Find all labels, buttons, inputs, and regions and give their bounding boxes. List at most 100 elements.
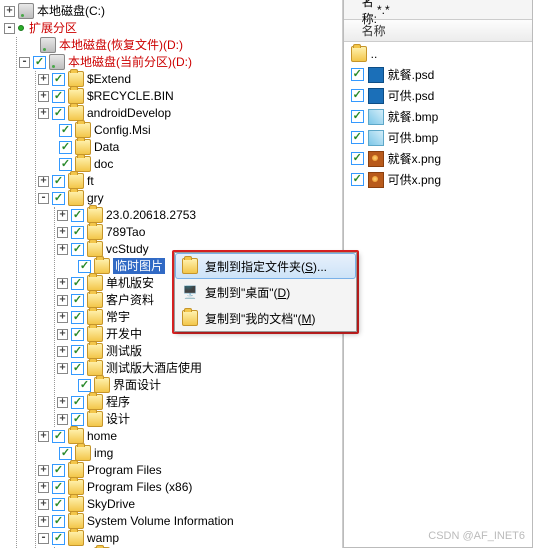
folder-icon bbox=[68, 105, 84, 121]
folder-icon bbox=[68, 530, 84, 546]
file-row[interactable]: 就餐.bmp bbox=[348, 106, 532, 127]
filter-row: 名称: bbox=[344, 0, 532, 20]
expand-icon[interactable]: + bbox=[4, 6, 15, 17]
tree-item-gry[interactable]: -gry bbox=[38, 190, 342, 206]
folder-icon bbox=[75, 445, 91, 461]
tree-item[interactable]: +System Volume Information bbox=[38, 513, 342, 529]
folder-up-icon bbox=[351, 46, 367, 62]
tree-checkbox[interactable] bbox=[33, 56, 46, 69]
folder-icon bbox=[87, 411, 103, 427]
tree-item[interactable]: +$RECYCLE.BIN bbox=[38, 88, 342, 104]
folder-icon bbox=[68, 173, 84, 189]
tree-item[interactable]: Data bbox=[38, 139, 342, 155]
tree-item-wamp[interactable]: -wamp bbox=[38, 530, 342, 546]
file-row[interactable]: 可供.bmp bbox=[348, 127, 532, 148]
tree-item[interactable]: +SkyDrive bbox=[38, 496, 342, 512]
folder-icon bbox=[87, 343, 103, 359]
col-name: 名称 bbox=[362, 22, 386, 39]
node-current-d[interactable]: - 本地磁盘(当前分区)(D:) bbox=[19, 54, 342, 70]
tree-item[interactable]: img bbox=[38, 445, 342, 461]
folder-icon bbox=[68, 71, 84, 87]
menu-copy-to-desktop[interactable]: 🖥️ 复制到"桌面"(D) bbox=[175, 279, 356, 305]
file-type-icon bbox=[368, 109, 384, 125]
drive-icon bbox=[18, 3, 34, 19]
label-c: 本地磁盘(C:) bbox=[37, 3, 105, 19]
tree-item[interactable]: 界面设计 bbox=[57, 377, 342, 393]
folder-open-icon bbox=[181, 257, 199, 275]
folder-icon bbox=[68, 479, 84, 495]
tree-item[interactable]: doc bbox=[38, 156, 342, 172]
filter-input[interactable] bbox=[377, 3, 532, 17]
file-name: 就餐.psd bbox=[388, 66, 435, 83]
folder-icon bbox=[94, 258, 110, 274]
tree-item[interactable]: +ft bbox=[38, 173, 342, 189]
tree-item[interactable]: +$Extend bbox=[38, 71, 342, 87]
label-recover: 本地磁盘(恢复文件)(D:) bbox=[59, 37, 183, 53]
file-type-icon bbox=[368, 130, 384, 146]
tree-item[interactable]: +Program Files bbox=[38, 462, 342, 478]
file-name: 就餐x.png bbox=[388, 150, 441, 167]
file-name: 就餐.bmp bbox=[388, 108, 439, 125]
node-recover-d[interactable]: 本地磁盘(恢复文件)(D:) bbox=[19, 37, 342, 53]
collapse-icon[interactable]: - bbox=[4, 23, 15, 34]
folder-icon bbox=[87, 275, 103, 291]
up-dir[interactable]: .. bbox=[348, 44, 532, 64]
label-current: 本地磁盘(当前分区)(D:) bbox=[68, 54, 192, 70]
folder-icon bbox=[87, 224, 103, 240]
menu-copy-to-docs[interactable]: 复制到"我的文档"(M) bbox=[175, 305, 356, 331]
folder-icon bbox=[181, 309, 199, 327]
folder-icon bbox=[75, 156, 91, 172]
file-type-icon bbox=[368, 88, 384, 104]
tree-item[interactable]: +测试版 bbox=[57, 343, 342, 359]
folder-icon bbox=[87, 360, 103, 376]
file-row[interactable]: 可供x.png bbox=[348, 169, 532, 190]
file-row[interactable]: 可供.psd bbox=[348, 85, 532, 106]
file-type-icon bbox=[368, 67, 384, 83]
tree-item[interactable]: Config.Msi bbox=[38, 122, 342, 138]
folder-icon bbox=[75, 122, 91, 138]
folder-icon bbox=[68, 428, 84, 444]
tree-item[interactable]: +测试版大酒店使用 bbox=[57, 360, 342, 376]
tree-item[interactable]: +23.0.20618.2753 bbox=[57, 207, 342, 223]
folder-icon bbox=[68, 190, 84, 206]
node-ext-root[interactable]: - 扩展分区 bbox=[4, 20, 342, 36]
file-type-icon bbox=[368, 172, 384, 188]
node-c-drive[interactable]: + 本地磁盘(C:) bbox=[4, 3, 342, 19]
partition-icon bbox=[18, 25, 24, 31]
tree-item[interactable]: +789Tao bbox=[57, 224, 342, 240]
context-menu: 复制到指定文件夹(S)... 🖥️ 复制到"桌面"(D) 复制到"我的文档"(M… bbox=[174, 252, 357, 332]
folder-icon bbox=[68, 462, 84, 478]
folder-icon bbox=[87, 207, 103, 223]
folder-icon bbox=[68, 513, 84, 529]
column-header[interactable]: 名称 bbox=[344, 20, 532, 42]
file-checkbox[interactable] bbox=[351, 89, 364, 102]
label-ext: 扩展分区 bbox=[29, 20, 77, 36]
folder-icon bbox=[68, 496, 84, 512]
file-panel: 名称: 名称 .. 就餐.psd 可供.psd 就餐.bmp 可供.bmp 就餐x.pn… bbox=[343, 0, 533, 548]
folder-icon bbox=[94, 377, 110, 393]
tree-item[interactable]: +设计 bbox=[57, 411, 342, 427]
file-type-icon bbox=[368, 151, 384, 167]
folder-icon bbox=[87, 309, 103, 325]
file-checkbox[interactable] bbox=[351, 68, 364, 81]
menu-copy-to-folder[interactable]: 复制到指定文件夹(S)... bbox=[175, 253, 356, 279]
drive-icon bbox=[40, 37, 56, 53]
file-checkbox[interactable] bbox=[351, 131, 364, 144]
collapse-icon[interactable]: - bbox=[19, 57, 30, 68]
file-name: 可供.bmp bbox=[388, 129, 439, 146]
file-row[interactable]: 就餐x.png bbox=[348, 148, 532, 169]
file-checkbox[interactable] bbox=[351, 110, 364, 123]
folder-icon bbox=[87, 394, 103, 410]
tree-item[interactable]: +androidDevelop bbox=[38, 105, 342, 121]
tree-item[interactable]: +程序 bbox=[57, 394, 342, 410]
file-checkbox[interactable] bbox=[351, 152, 364, 165]
folder-icon bbox=[87, 292, 103, 308]
context-menu-highlight: 复制到指定文件夹(S)... 🖥️ 复制到"桌面"(D) 复制到"我的文档"(M… bbox=[172, 250, 359, 334]
desktop-icon: 🖥️ bbox=[181, 283, 199, 301]
file-row[interactable]: 就餐.psd bbox=[348, 64, 532, 85]
drive-icon bbox=[49, 54, 65, 70]
file-name: 可供.psd bbox=[388, 87, 435, 104]
tree-item[interactable]: +Program Files (x86) bbox=[38, 479, 342, 495]
file-checkbox[interactable] bbox=[351, 173, 364, 186]
tree-item[interactable]: +home bbox=[38, 428, 342, 444]
